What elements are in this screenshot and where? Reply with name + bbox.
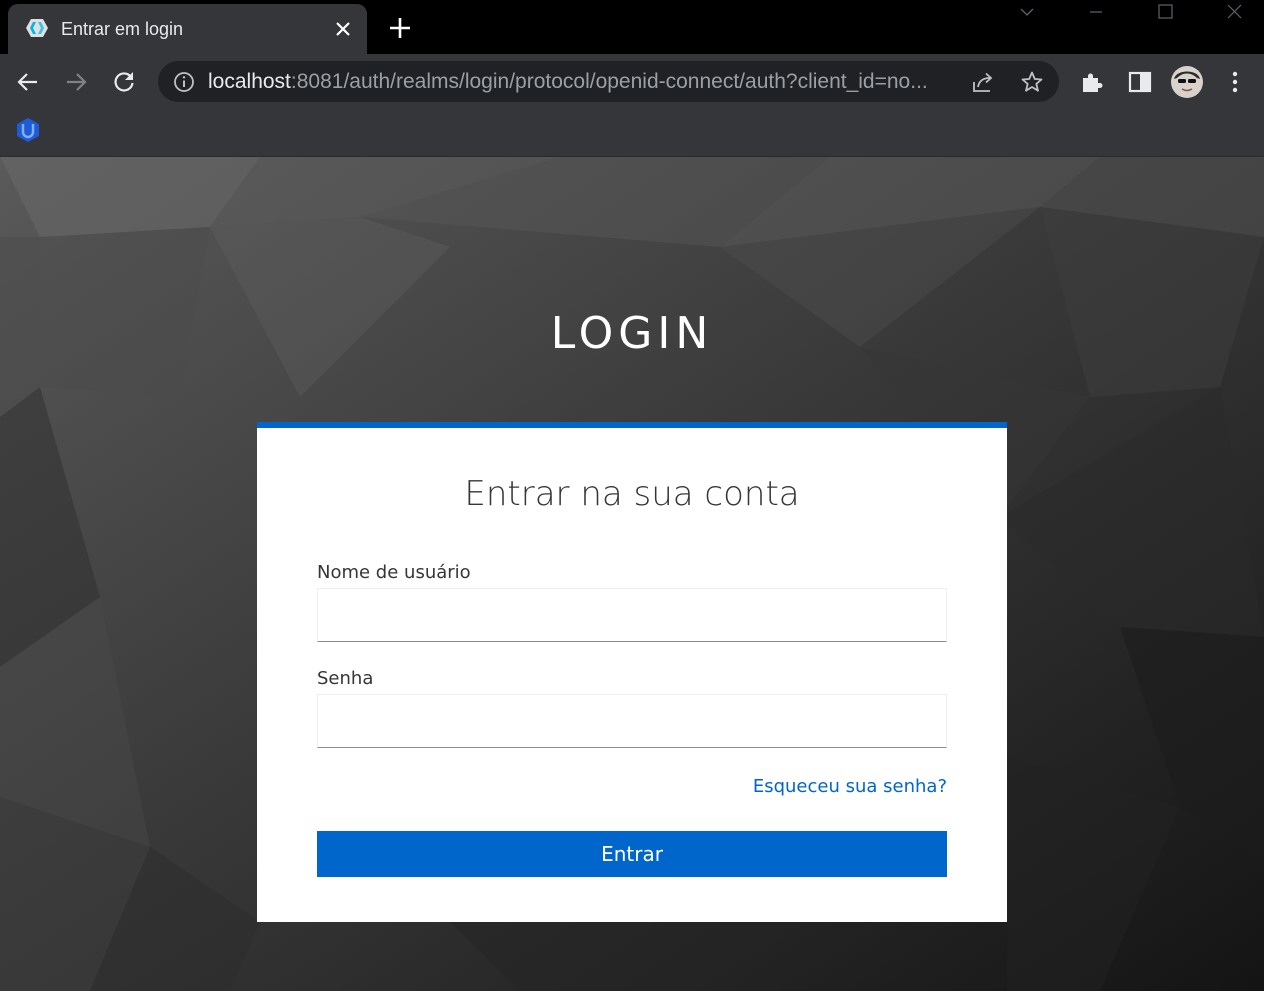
url-text[interactable]: localhost:8081/auth/realms/login/protoco… [208, 70, 960, 94]
password-input[interactable] [317, 694, 947, 748]
tab-strip: Entrar em login [0, 0, 1264, 54]
address-bar[interactable]: localhost:8081/auth/realms/login/protoco… [158, 61, 1059, 102]
card-title: Entrar na sua conta [464, 474, 800, 514]
url-host: localhost [208, 70, 291, 93]
star-icon[interactable] [1020, 70, 1044, 94]
username-label: Nome de usuário [317, 562, 471, 583]
url-rest: :8081/auth/realms/login/protocol/openid-… [290, 70, 928, 93]
maximize-icon[interactable] [1143, 0, 1187, 26]
chevron-down-icon[interactable] [1005, 0, 1049, 26]
arrow-right-icon[interactable] [63, 69, 89, 95]
login-button[interactable]: Entrar [317, 831, 947, 877]
bookmark-app-icon[interactable] [15, 117, 41, 143]
keycloak-icon [26, 19, 48, 37]
side-panel-icon[interactable] [1127, 69, 1153, 95]
avatar[interactable] [1171, 66, 1203, 98]
tab-title: Entrar em login [61, 19, 184, 39]
page-viewport: LOGIN Entrar na sua conta Nome de usuári… [0, 157, 1264, 991]
arrow-left-icon[interactable] [15, 69, 41, 95]
share-icon[interactable] [971, 70, 995, 94]
reload-icon[interactable] [111, 69, 137, 95]
forgot-password-link[interactable]: Esqueceu sua senha? [753, 776, 947, 798]
bookmarks-bar [0, 110, 1264, 157]
page-heading: LOGIN [550, 308, 714, 360]
browser-tab[interactable]: Entrar em login [8, 4, 367, 54]
browser-toolbar: localhost:8081/auth/realms/login/protoco… [0, 54, 1264, 110]
puzzle-icon[interactable] [1079, 69, 1105, 95]
close-icon[interactable] [334, 20, 352, 38]
username-input[interactable] [317, 588, 947, 642]
window-close-icon[interactable] [1212, 0, 1256, 26]
plus-icon[interactable] [388, 16, 412, 40]
password-label: Senha [317, 668, 374, 689]
info-icon[interactable] [173, 71, 195, 93]
kebab-menu-icon[interactable] [1222, 69, 1248, 95]
login-card: Entrar na sua conta Nome de usuário Senh… [257, 422, 1007, 922]
minimize-icon[interactable] [1074, 0, 1118, 26]
